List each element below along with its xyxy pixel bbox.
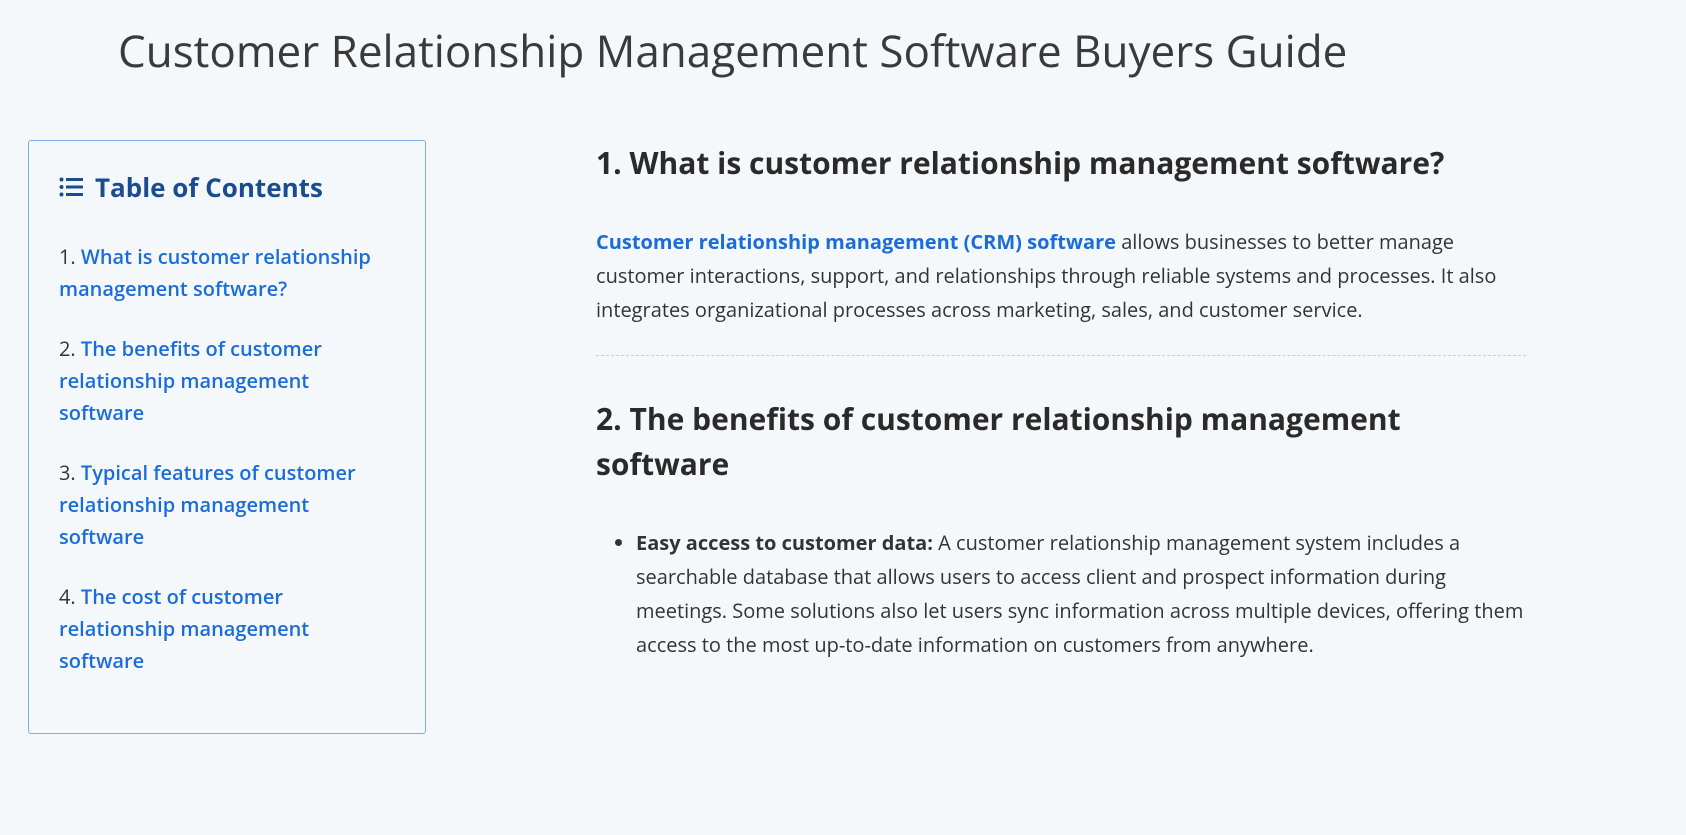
toc-list: 1. What is customer relationship managem… <box>59 241 395 677</box>
toc-link-cost[interactable]: The cost of customer relationship manage… <box>59 583 309 674</box>
toc-link-what-is[interactable]: What is customer relationship management… <box>59 243 371 302</box>
toc-link-features[interactable]: Typical features of customer relationshi… <box>59 459 356 550</box>
section-2-heading: 2. The benefits of customer relationship… <box>596 396 1526 486</box>
toc-title: Table of Contents <box>95 169 323 205</box>
toc-item-number: 3. <box>59 459 76 486</box>
benefit-list: Easy access to customer data: A customer… <box>596 526 1526 662</box>
toc-item: 1. What is customer relationship managem… <box>59 241 395 305</box>
toc-item: 2. The benefits of customer relationship… <box>59 333 395 429</box>
section-divider <box>596 355 1526 356</box>
toc-item: 3. Typical features of customer relation… <box>59 457 395 553</box>
benefit-label: Easy access to customer data: <box>636 529 933 556</box>
main-content: 1. What is customer relationship managem… <box>596 140 1526 682</box>
table-of-contents: Table of Contents 1. What is customer re… <box>28 140 426 734</box>
main-layout: Table of Contents 1. What is customer re… <box>28 140 1658 734</box>
toc-item: 4. The cost of customer relationship man… <box>59 581 395 677</box>
toc-header: Table of Contents <box>59 169 395 205</box>
toc-link-benefits[interactable]: The benefits of customer relationship ma… <box>59 335 322 426</box>
toc-item-number: 2. <box>59 335 76 362</box>
crm-software-link[interactable]: Customer relationship management (CRM) s… <box>596 228 1116 255</box>
section-1-paragraph: Customer relationship management (CRM) s… <box>596 225 1526 327</box>
toc-item-number: 1. <box>59 243 76 270</box>
section-1-heading: 1. What is customer relationship managem… <box>596 140 1526 185</box>
list-icon <box>59 177 83 197</box>
benefit-item: Easy access to customer data: A customer… <box>636 526 1526 662</box>
page-title: Customer Relationship Management Softwar… <box>118 20 1658 80</box>
toc-item-number: 4. <box>59 583 76 610</box>
